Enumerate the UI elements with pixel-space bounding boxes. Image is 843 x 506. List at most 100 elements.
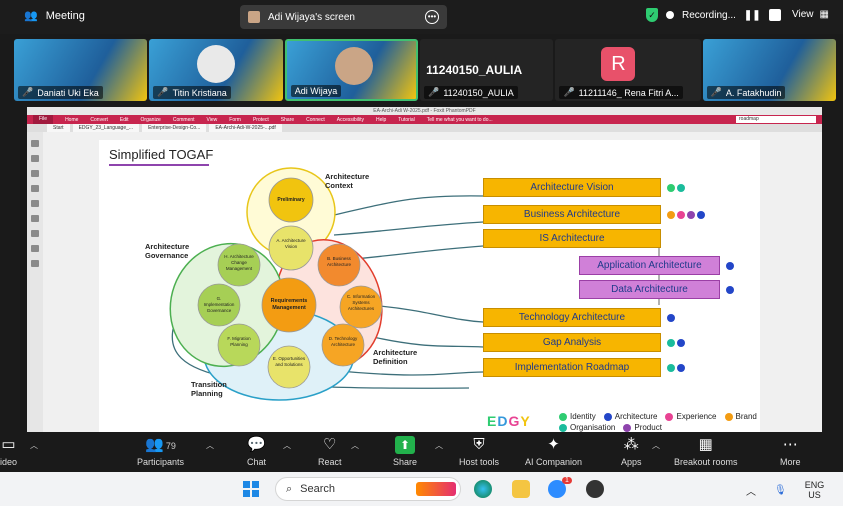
ribbon-tab[interactable]: Convert xyxy=(90,117,108,123)
box-business-architecture: Business Architecture xyxy=(483,205,661,224)
pdf-search-input[interactable]: roadmap xyxy=(736,116,816,123)
circle-business: B. Business Architecture xyxy=(326,256,351,267)
tool-icon[interactable] xyxy=(31,155,39,162)
heart-icon: ♡ xyxy=(323,436,337,453)
taskbar-search[interactable]: ⌕ Search xyxy=(275,477,461,501)
ribbon-tab[interactable]: Comment xyxy=(173,117,195,123)
microphone-icon[interactable]: 🎙 xyxy=(774,485,787,496)
host-tools-button[interactable]: ⛨ Host tools xyxy=(459,436,499,467)
tool-icon[interactable] xyxy=(31,230,39,237)
chevron-up-icon[interactable]: ︿ xyxy=(435,440,443,451)
participant-name: Titin Kristiana xyxy=(172,87,227,98)
pdf-window-title: EA-Archi-Adi W-2025.pdf - Foxit PhantomP… xyxy=(27,107,822,115)
tell-me-box[interactable]: Tell me what you want to do... xyxy=(427,117,493,123)
ribbon-tab[interactable]: Form xyxy=(229,117,241,123)
video-button[interactable]: ▭ ideo xyxy=(0,436,17,467)
box-data-architecture: Data Architecture xyxy=(579,280,720,299)
apps-button[interactable]: ⁂ Apps xyxy=(621,436,642,467)
shield-icon[interactable]: ✓ xyxy=(646,8,658,22)
media-player-icon[interactable] xyxy=(586,480,604,498)
ribbon-tab-file[interactable]: File xyxy=(33,115,54,124)
chevron-up-icon[interactable]: ︿ xyxy=(351,440,359,451)
more-options-icon[interactable]: ••• xyxy=(425,10,439,24)
ribbon-tab[interactable]: Edit xyxy=(120,117,129,123)
chevron-up-icon[interactable]: ︿ xyxy=(746,483,756,498)
participant-tile[interactable]: 11240150_AULIA 🎤 11240150_AULIA xyxy=(420,39,554,101)
react-button[interactable]: ♡ React xyxy=(318,436,342,467)
legend-item: Organisation xyxy=(559,423,615,432)
tool-icon[interactable] xyxy=(31,245,39,252)
participant-name-tag: 🎤 11211146_ Rena Fitri A... xyxy=(559,86,683,99)
participant-video xyxy=(197,45,236,83)
share-button[interactable]: ⬆ Share xyxy=(393,436,417,467)
participants-button[interactable]: 👥 79 Participants xyxy=(137,436,184,467)
ribbon-tab[interactable]: Share xyxy=(281,117,294,123)
pause-icon[interactable]: ❚❚ xyxy=(744,10,761,21)
stop-icon[interactable] xyxy=(768,9,781,21)
tool-icon[interactable] xyxy=(31,185,39,192)
chevron-up-icon[interactable]: ︿ xyxy=(30,440,38,451)
breakout-label: Breakout rooms xyxy=(674,457,738,467)
business-dots xyxy=(667,211,705,219)
chevron-up-icon[interactable]: ︿ xyxy=(206,440,214,451)
doc-tab-active[interactable]: EA-Archi-Adi-W-2025-...pdf xyxy=(209,124,282,132)
legend-label: Architecture xyxy=(614,412,658,421)
connector xyxy=(343,245,484,261)
participants-label: Participants xyxy=(137,457,185,467)
chevron-up-icon[interactable]: ︿ xyxy=(652,440,660,451)
ai-companion-button[interactable]: ✦ AI Companion xyxy=(525,436,582,467)
ribbon-tab[interactable]: Help xyxy=(376,117,386,123)
ribbon-tab[interactable]: Tutorial xyxy=(398,117,415,123)
doc-tab[interactable]: EDGY_23_Language_... xyxy=(72,124,140,132)
chat-button[interactable]: 💬 Chat xyxy=(247,436,266,467)
tool-icon[interactable] xyxy=(31,170,39,177)
legend-label: Brand xyxy=(735,412,757,421)
participant-tile[interactable]: 🎤 Titin Kristiana xyxy=(149,39,283,101)
meeting-info[interactable]: 👥 Meeting xyxy=(24,9,85,23)
search-placeholder: Search xyxy=(300,483,336,495)
circle-requirements: Requirements Management xyxy=(270,298,308,311)
data-dots xyxy=(726,286,734,294)
legend-item: Architecture xyxy=(603,412,658,421)
circle-opps: E. Opportunities and Solutions xyxy=(272,356,306,367)
tool-icon[interactable] xyxy=(31,215,39,222)
react-label: React xyxy=(318,457,342,467)
record-dot-icon xyxy=(666,11,674,19)
lang-top: ENG xyxy=(804,480,825,490)
shared-screen-pill[interactable]: Adi Wijaya's screen ••• xyxy=(240,5,447,29)
circle-vision: A. Architecture Vision xyxy=(276,238,306,249)
ribbon-tab[interactable]: View xyxy=(207,117,218,123)
chevron-up-icon[interactable]: ︿ xyxy=(283,440,291,451)
tool-icon[interactable] xyxy=(31,260,39,267)
ribbon-tab[interactable]: Accessibility xyxy=(337,117,364,123)
ribbon-tab[interactable]: Organize xyxy=(141,117,161,123)
windows-start-icon[interactable] xyxy=(243,481,259,497)
legend-label: Organisation xyxy=(570,423,616,432)
participant-name-tag: 🎤 Daniati Uki Eka xyxy=(18,86,103,99)
share-icon: ⬆ xyxy=(395,436,416,454)
lang-bottom: US xyxy=(808,490,821,500)
ribbon-tab[interactable]: Protect xyxy=(253,117,269,123)
view-button[interactable]: View ▦ xyxy=(792,9,829,20)
participant-tile[interactable]: R 🎤 11211146_ Rena Fitri A... xyxy=(555,39,701,101)
tool-icon[interactable] xyxy=(31,140,39,147)
tool-icon[interactable] xyxy=(31,200,39,207)
more-button[interactable]: ⋯ More xyxy=(780,436,801,467)
presenter-avatar xyxy=(248,11,260,23)
doc-tab[interactable]: Start xyxy=(47,124,70,132)
folder-icon[interactable] xyxy=(512,480,530,498)
language-indicator[interactable]: ENG US xyxy=(805,480,825,500)
participant-name-tag: 🎤 Titin Kristiana xyxy=(153,86,231,99)
doc-tab[interactable]: Enterprise-Design-Co... xyxy=(142,124,207,132)
participant-tile[interactable]: 🎤 Daniati Uki Eka xyxy=(14,39,148,101)
ribbon-tab[interactable]: Connect xyxy=(306,117,325,123)
participant-tile[interactable]: 🎤 A. Fatakhudin xyxy=(702,39,836,101)
breakout-rooms-button[interactable]: ▦ Breakout rooms xyxy=(674,436,738,467)
more-icon: ⋯ xyxy=(782,436,798,453)
connector xyxy=(363,334,484,348)
participant-tile-active[interactable]: Adi Wijaya xyxy=(284,39,419,101)
edge-icon[interactable] xyxy=(474,480,492,498)
application-dots xyxy=(726,262,734,270)
ribbon-tab[interactable]: Home xyxy=(65,117,78,123)
participant-name: Daniati Uki Eka xyxy=(37,87,99,98)
